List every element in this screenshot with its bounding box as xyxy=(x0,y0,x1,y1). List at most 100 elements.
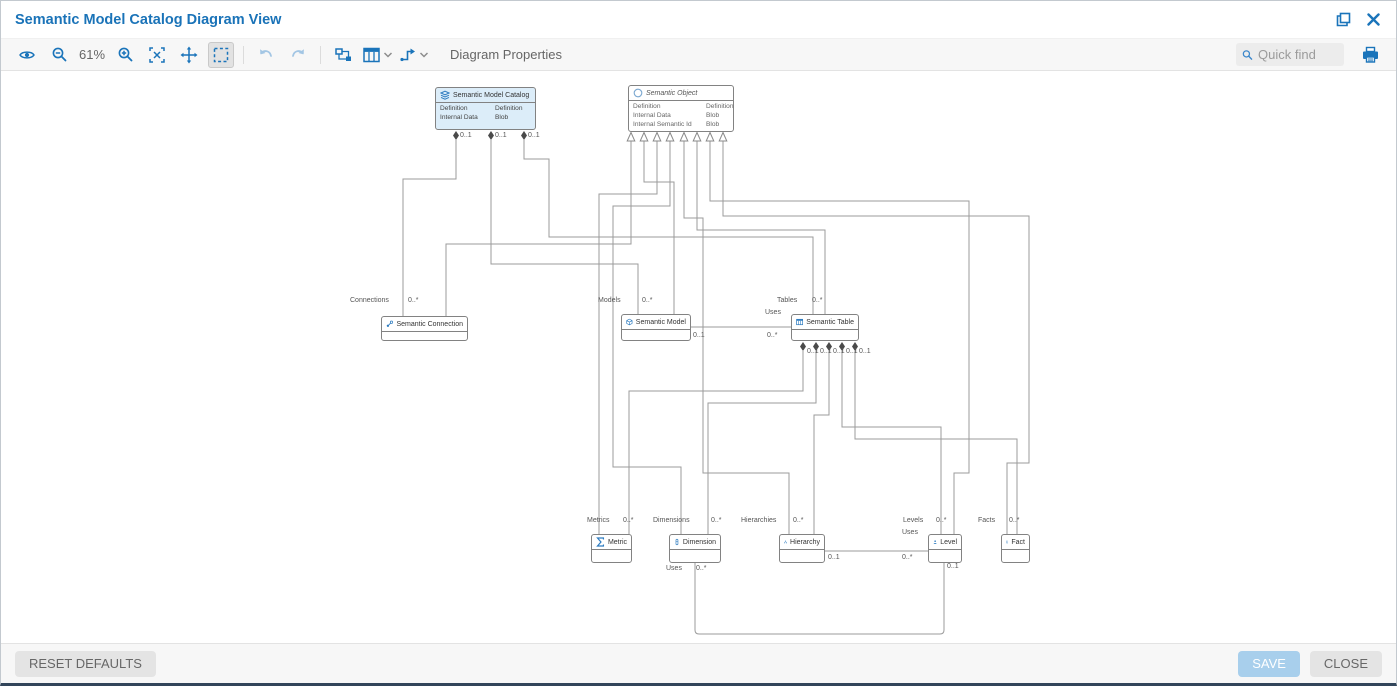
multiplicity-label: 0..1 xyxy=(820,348,832,356)
node-title: Fact xyxy=(1011,539,1025,546)
role-label: Hierarchies xyxy=(741,517,776,525)
node-title: Semantic Model xyxy=(636,319,686,326)
zoom-in-icon[interactable] xyxy=(112,42,138,68)
auto-layout-icon[interactable] xyxy=(330,42,356,68)
multiplicity-label: 0..1 xyxy=(495,132,507,140)
multiplicity-label: 0..* xyxy=(1009,517,1020,525)
attr-type: Definition xyxy=(706,103,734,111)
save-button[interactable]: SAVE xyxy=(1238,651,1300,677)
pan-mode-icon[interactable] xyxy=(176,42,202,68)
node-semantic-object[interactable]: Semantic Object DefinitionDefinition Int… xyxy=(628,85,734,132)
multiplicity-label: 0..* xyxy=(623,517,634,525)
table-view-icon[interactable] xyxy=(362,42,393,68)
node-title: Semantic Object xyxy=(646,90,697,97)
multiplicity-label: 0..* xyxy=(711,517,722,525)
multiplicity-label: 0..* xyxy=(902,554,913,562)
fact-page-icon xyxy=(1006,537,1008,547)
cube-icon xyxy=(626,317,633,327)
role-label: Uses xyxy=(666,565,682,573)
multiplicity-label: 0..* xyxy=(642,297,653,305)
close-button[interactable]: CLOSE xyxy=(1310,651,1382,677)
node-dimension[interactable]: Dimension xyxy=(669,534,721,563)
connector-style-icon[interactable] xyxy=(399,42,429,68)
diagram-canvas[interactable]: Semantic Model Catalog DefinitionDefinit… xyxy=(1,71,1396,643)
sigma-icon xyxy=(596,537,605,547)
multiplicity-label: 0..* xyxy=(793,517,804,525)
undo-icon[interactable] xyxy=(253,42,279,68)
node-metric[interactable]: Metric xyxy=(591,534,632,563)
role-label: Models xyxy=(598,297,621,305)
zoom-out-icon[interactable] xyxy=(46,42,72,68)
table-icon xyxy=(796,317,803,327)
multiplicity-label: 0..1 xyxy=(859,348,871,356)
footer-bar: RESET DEFAULTS SAVE CLOSE xyxy=(1,643,1396,683)
node-level[interactable]: Level xyxy=(928,534,962,563)
multiplicity-label: 0..* xyxy=(408,297,419,305)
title-bar: Semantic Model Catalog Diagram View xyxy=(1,1,1396,38)
multiplicity-label: 0..1 xyxy=(528,132,540,140)
node-semantic-table[interactable]: Semantic Table xyxy=(791,314,859,341)
diagram-properties-label[interactable]: Diagram Properties xyxy=(450,47,562,62)
chevron-down-icon xyxy=(383,51,393,59)
node-title: Hierarchy xyxy=(790,539,820,546)
attr-type: Blob xyxy=(706,112,734,120)
node-semantic-connection[interactable]: Semantic Connection xyxy=(381,316,468,341)
node-title: Semantic Model Catalog xyxy=(453,92,529,99)
page-title: Semantic Model Catalog Diagram View xyxy=(15,12,281,28)
attr-name: Internal Data xyxy=(440,114,495,122)
restore-window-icon[interactable] xyxy=(1332,9,1354,31)
role-label: Dimensions xyxy=(653,517,690,525)
node-title: Semantic Connection xyxy=(396,321,463,328)
role-label: Facts xyxy=(978,517,995,525)
node-semantic-model[interactable]: Semantic Model xyxy=(621,314,691,341)
multiplicity-label: 0..1 xyxy=(828,554,840,562)
role-label: Uses xyxy=(902,529,918,537)
attr-name: Internal Data xyxy=(633,112,706,120)
circle-icon xyxy=(633,88,643,98)
multiplicity-label: 0..* xyxy=(936,517,947,525)
multiplicity-label: 0..1 xyxy=(947,563,959,571)
chevron-down-icon xyxy=(419,51,429,59)
node-title: Level xyxy=(940,539,957,546)
multiplicity-label: 0..1 xyxy=(807,348,819,356)
node-title: Semantic Table xyxy=(806,319,854,326)
show-hide-icon[interactable] xyxy=(14,42,40,68)
zoom-level: 61% xyxy=(79,47,105,62)
multiplicity-label: 0..* xyxy=(696,565,707,573)
print-icon[interactable] xyxy=(1357,42,1383,68)
search-icon xyxy=(1242,48,1253,62)
close-icon[interactable] xyxy=(1362,9,1384,31)
reset-defaults-button[interactable]: RESET DEFAULTS xyxy=(15,651,156,677)
node-semantic-model-catalog[interactable]: Semantic Model Catalog DefinitionDefinit… xyxy=(435,87,536,130)
role-label: Metrics xyxy=(587,517,610,525)
attr-name: Internal Semantic Id xyxy=(633,121,706,129)
multiplicity-label: 0..* xyxy=(812,297,823,305)
diagram-toolbar: 61% Diagram Propert xyxy=(1,38,1396,71)
layers-icon xyxy=(440,90,450,100)
quick-find-input[interactable] xyxy=(1258,47,1338,62)
role-label: Uses xyxy=(765,309,781,317)
quick-find-box[interactable] xyxy=(1236,43,1344,66)
role-label: Tables xyxy=(777,297,797,305)
attr-type: Definition xyxy=(495,105,531,113)
multiplicity-label: 0..* xyxy=(767,332,778,340)
attr-name: Definition xyxy=(440,105,495,113)
zoom-to-fit-icon[interactable] xyxy=(144,42,170,68)
role-label: Levels xyxy=(903,517,923,525)
node-title: Metric xyxy=(608,539,627,546)
attr-type: Blob xyxy=(706,121,734,129)
node-fact[interactable]: Fact xyxy=(1001,534,1030,563)
person-icon xyxy=(933,537,937,547)
connection-icon xyxy=(386,319,393,329)
node-title: Dimension xyxy=(683,539,716,546)
node-hierarchy[interactable]: Hierarchy xyxy=(779,534,825,563)
multiplicity-label: 0..1 xyxy=(460,132,472,140)
column-icon xyxy=(674,537,680,547)
multiplicity-label: 0..1 xyxy=(846,348,858,356)
multiplicity-label: 0..1 xyxy=(693,332,705,340)
redo-icon[interactable] xyxy=(285,42,311,68)
attr-type: Blob xyxy=(495,114,531,122)
org-chart-icon xyxy=(784,537,787,547)
diagram-view-window: Semantic Model Catalog Diagram View 61% xyxy=(0,0,1397,686)
marquee-select-icon[interactable] xyxy=(208,42,234,68)
